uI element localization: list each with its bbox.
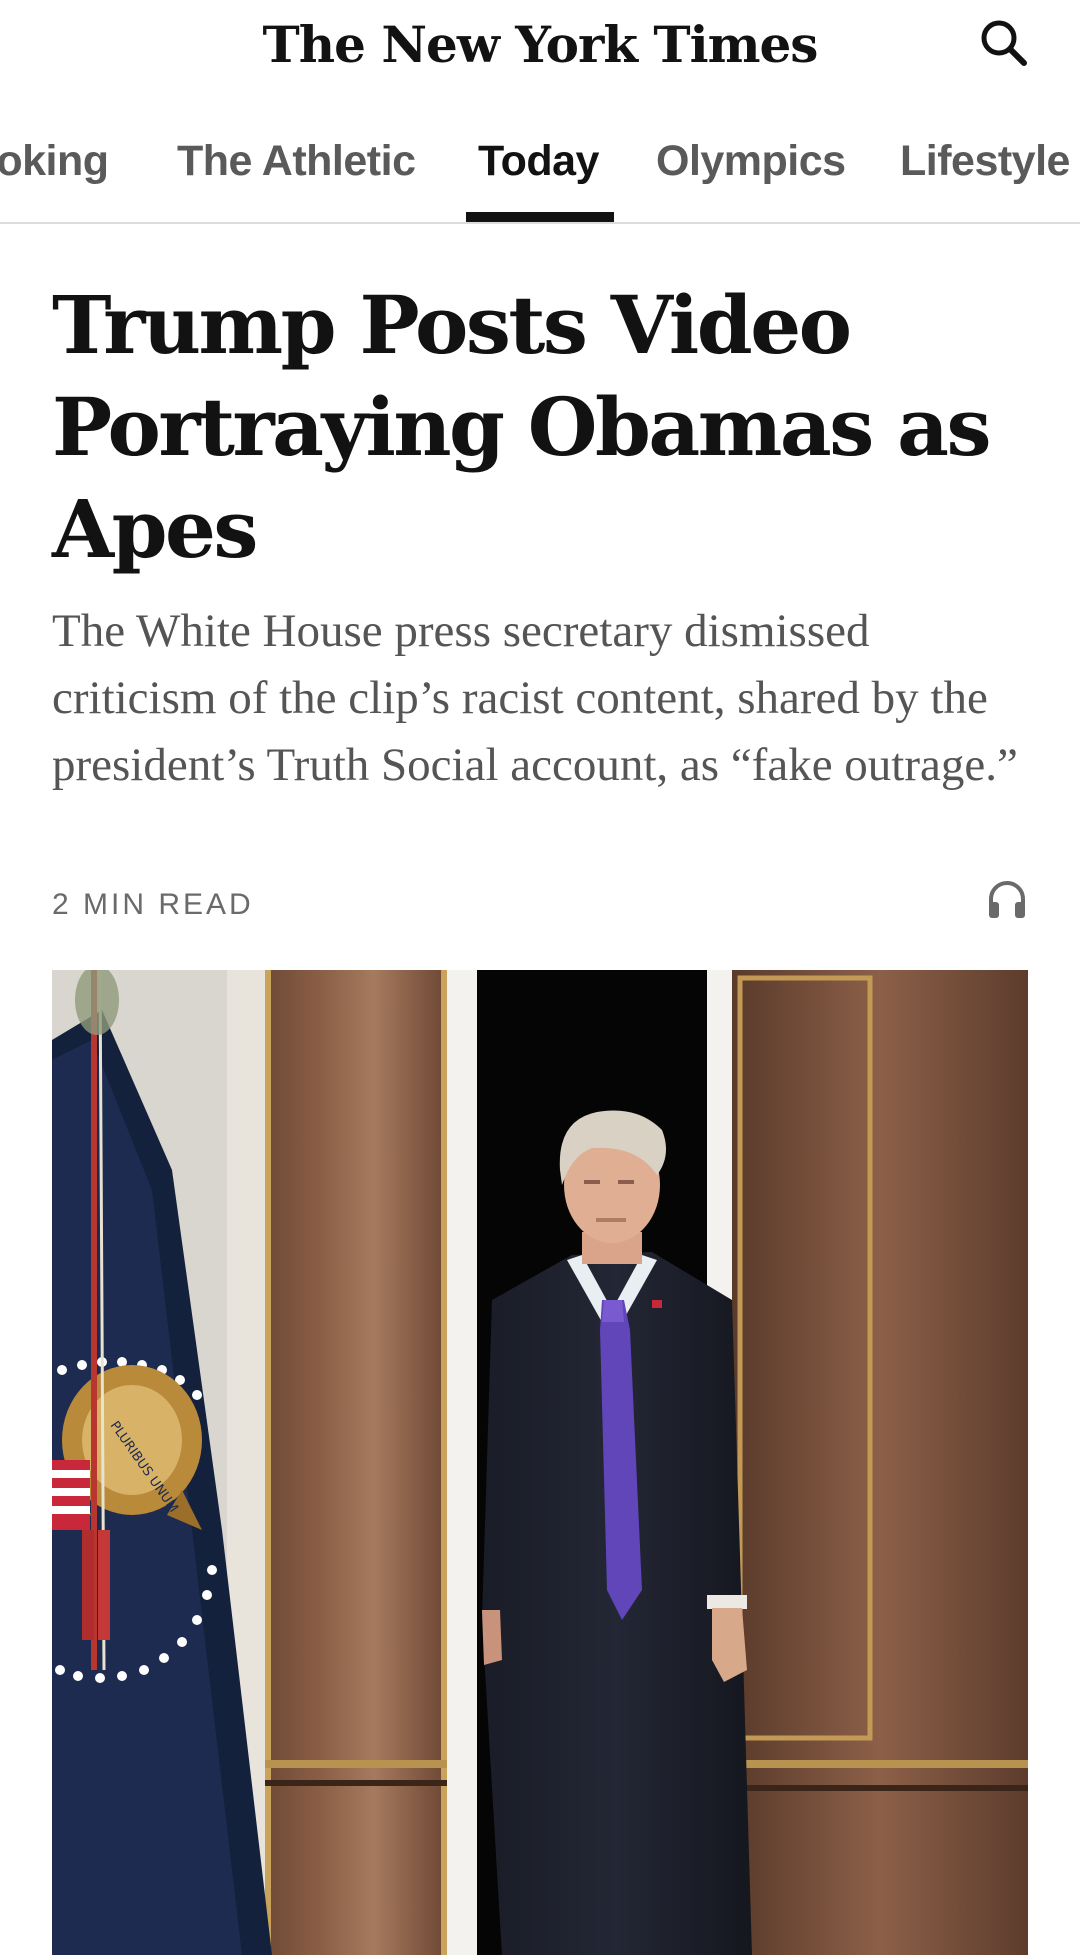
tab-lifestyle[interactable]: Lifestyle (900, 126, 1070, 196)
search-icon (981, 20, 1027, 66)
tab-today[interactable]: Today (478, 126, 599, 196)
article-headline[interactable]: Trump Posts Video Portraying Obamas as A… (52, 274, 1032, 580)
search-button[interactable] (975, 14, 1033, 72)
photo-illustration: PLURIBUS UNUM (52, 970, 1028, 1955)
active-tab-indicator (466, 212, 614, 222)
nyt-logo[interactable]: The New York Times (0, 10, 1080, 80)
tab-cooking[interactable]: Cooking (0, 126, 109, 196)
tab-the-athletic[interactable]: The Athletic (177, 126, 416, 196)
article-summary: The White House press secretary dismisse… (52, 605, 1018, 791)
section-nav: Cooking The Athletic Today Olympics Life… (0, 112, 1080, 224)
listen-button[interactable] (984, 876, 1030, 922)
tab-olympics[interactable]: Olympics (656, 126, 846, 196)
read-time: 2 MIN READ (52, 888, 254, 921)
headphones-icon (989, 881, 1025, 918)
article-photo[interactable]: PLURIBUS UNUM (52, 970, 1028, 1955)
masthead: The New York Times (0, 0, 1080, 92)
